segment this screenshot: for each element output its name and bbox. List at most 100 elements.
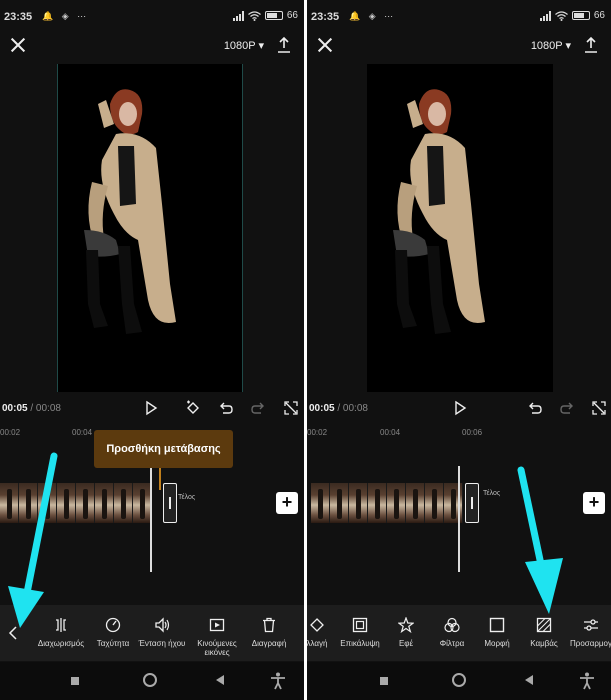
fullscreen-icon[interactable]	[591, 400, 607, 416]
clip-thumbnail	[311, 483, 330, 523]
recents-icon[interactable]	[380, 677, 388, 685]
status-bar: 23:35 🔔 ◈ ⋯ 66	[0, 0, 304, 34]
export-icon[interactable]	[276, 36, 292, 54]
accessibility-icon[interactable]	[270, 672, 286, 690]
fullscreen-icon[interactable]	[283, 400, 299, 416]
tool-filters[interactable]: Φίλτρα	[431, 605, 473, 661]
tool-overlay[interactable]: Επικάλυψη	[337, 605, 383, 661]
clip-thumbnail	[444, 483, 463, 523]
ruler-tick: 00:04	[380, 428, 401, 437]
battery-level: 66	[286, 10, 298, 21]
undo-icon[interactable]	[527, 400, 543, 416]
end-label: Τέλος	[178, 494, 196, 501]
home-icon[interactable]	[452, 673, 466, 687]
close-icon[interactable]	[10, 37, 26, 53]
redo-icon[interactable]	[559, 400, 575, 416]
clip-thumbnail	[368, 483, 387, 523]
tooltip-pointer	[159, 468, 161, 490]
play-icon[interactable]	[143, 400, 159, 416]
replace-icon	[310, 618, 324, 632]
system-nav-bar	[0, 662, 304, 700]
clip-thumbnail	[38, 483, 57, 523]
tool-effects[interactable]: Εφέ	[387, 605, 425, 661]
tool-delete[interactable]: Διαγραφή	[244, 605, 294, 661]
tool-adjust[interactable]: Προσαρμογ	[567, 605, 611, 661]
current-time: 00:05	[2, 403, 28, 414]
recents-icon[interactable]	[71, 677, 79, 685]
edit-toolbar: Διαχωρισμός Ταχύτητα Ένταση ήχου Κινούμε…	[0, 605, 304, 661]
video-clip-track[interactable]	[311, 483, 463, 523]
home-icon[interactable]	[143, 673, 157, 687]
figure-image	[393, 89, 485, 334]
clip-thumbnail	[19, 483, 38, 523]
right-screenshot: 23:35 🔔 ◈ ⋯ 66 1080P ▾ 00:05 / 00:08 00:…	[307, 0, 611, 700]
status-time: 23:35	[4, 11, 33, 23]
redo-icon[interactable]	[250, 400, 266, 416]
ruler-tick: 00:04	[72, 428, 93, 437]
left-screenshot: 23:35 🔔 ◈ ⋯ 66 1080P ▾ 00:05 / 00:08 00:…	[0, 0, 304, 700]
speed-icon	[105, 617, 121, 633]
play-icon[interactable]	[452, 400, 468, 416]
split-icon	[56, 618, 66, 632]
clip-thumbnail	[330, 483, 349, 523]
add-transition-tooltip[interactable]: Προσθήκη μετάβασης	[94, 430, 233, 468]
notification-icons: 🔔 ◈ ⋯	[42, 11, 90, 21]
clip-thumbnail	[425, 483, 444, 523]
signal-icon	[539, 10, 551, 21]
video-preview[interactable]	[57, 64, 243, 392]
add-clip-button[interactable]: +	[276, 492, 298, 514]
chevron-left-icon[interactable]	[6, 625, 20, 641]
ruler-tick: 00:02	[0, 428, 21, 437]
clip-thumbnail	[76, 483, 95, 523]
tool-speed[interactable]: Ταχύτητα	[88, 605, 138, 661]
back-icon[interactable]	[216, 675, 224, 685]
end-label: Τέλος	[483, 490, 501, 497]
tool-format[interactable]: Μορφή	[477, 605, 517, 661]
notification-icons: 🔔 ◈ ⋯	[349, 11, 397, 21]
signal-icon	[232, 10, 244, 21]
clip-thumbnail	[406, 483, 425, 523]
accessibility-icon[interactable]	[579, 672, 595, 690]
video-preview[interactable]	[367, 64, 553, 392]
clip-thumbnail	[95, 483, 114, 523]
adjust-icon	[584, 619, 598, 631]
clip-thumbnail	[349, 483, 368, 523]
clip-thumbnail	[57, 483, 76, 523]
animation-icon	[209, 618, 225, 632]
export-icon[interactable]	[583, 36, 599, 54]
add-clip-button[interactable]: +	[583, 492, 605, 514]
close-icon[interactable]	[317, 37, 333, 53]
video-clip-track[interactable]	[0, 483, 152, 523]
clip-end-handle[interactable]	[163, 483, 177, 523]
current-time: 00:05	[309, 403, 335, 414]
edit-toolbar: λλαγή Επικάλυψη Εφέ Φίλτρα Μορφή Καμβάς …	[307, 605, 611, 661]
tool-volume[interactable]: Ένταση ήχου	[136, 605, 188, 661]
ruler-tick: 00:02	[307, 428, 328, 437]
canvas-icon	[536, 617, 552, 633]
total-duration: 00:08	[342, 403, 368, 414]
time-separator: /	[334, 403, 343, 414]
resolution-button[interactable]: 1080P ▾	[224, 39, 264, 52]
battery-level: 66	[593, 10, 605, 21]
clip-thumbnail	[0, 483, 19, 523]
filters-icon	[444, 617, 460, 633]
battery-icon	[571, 11, 590, 20]
tool-replace[interactable]: λλαγή	[307, 605, 337, 661]
volume-icon	[155, 617, 170, 633]
tool-split[interactable]: Διαχωρισμός	[34, 605, 88, 661]
tool-canvas[interactable]: Καμβάς	[523, 605, 565, 661]
time-readout: 00:05 / 00:08	[309, 403, 368, 414]
time-separator: /	[27, 403, 36, 414]
figure-image	[84, 89, 176, 334]
time-readout: 00:05 / 00:08	[2, 403, 61, 414]
tool-animation[interactable]: Κινούμενες εικόνες	[190, 605, 244, 661]
playhead[interactable]	[150, 466, 152, 572]
playhead[interactable]	[458, 466, 460, 572]
resolution-button[interactable]: 1080P ▾	[531, 39, 571, 52]
status-time: 23:35	[311, 11, 340, 23]
keyframe-icon[interactable]	[185, 400, 201, 416]
back-icon[interactable]	[525, 675, 533, 685]
clip-end-handle[interactable]	[465, 483, 479, 523]
undo-icon[interactable]	[218, 400, 234, 416]
clip-thumbnail	[387, 483, 406, 523]
